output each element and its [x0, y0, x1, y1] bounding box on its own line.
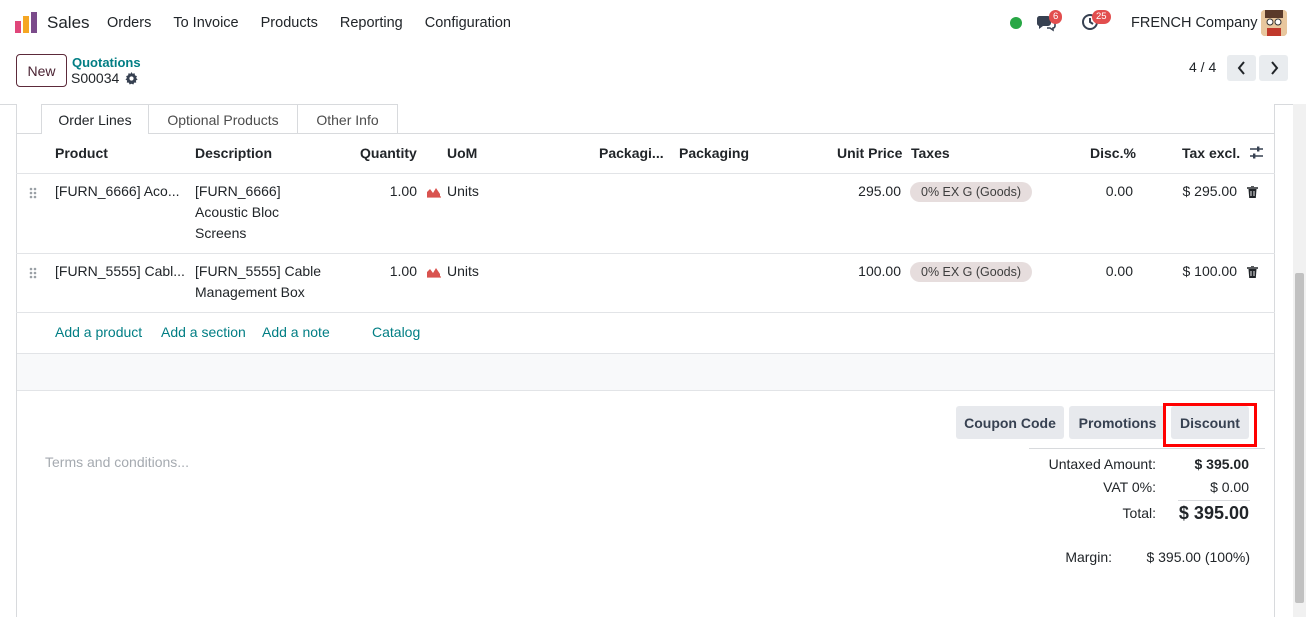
col-product[interactable]: Product	[55, 145, 108, 161]
forecast-chart-icon[interactable]	[426, 266, 442, 278]
description-line: [FURN_6666]	[195, 183, 281, 199]
vat-value: $ 0.00	[1210, 479, 1249, 495]
coupon-code-button[interactable]: Coupon Code	[956, 406, 1064, 439]
optional-columns-icon[interactable]	[1249, 146, 1264, 160]
terms-and-conditions-field[interactable]: Terms and conditions...	[45, 454, 189, 470]
list-footer-bar	[17, 353, 1274, 391]
sales-app-icon[interactable]	[14, 12, 38, 34]
drag-handle-icon[interactable]	[29, 267, 37, 279]
col-description[interactable]: Description	[195, 145, 272, 161]
activities-count-badge: 25	[1092, 10, 1111, 24]
col-packaging-qty[interactable]: Packagi...	[599, 145, 664, 161]
tax-tag[interactable]: 0% EX G (Goods)	[910, 262, 1033, 282]
pager-next-button[interactable]	[1259, 55, 1288, 81]
row-uom[interactable]: Units	[447, 181, 479, 202]
presence-status-icon[interactable]	[1010, 17, 1022, 29]
notebook-tabs: Order Lines Optional Products Other Info	[41, 104, 398, 134]
row-quantity[interactable]: 1.00	[367, 261, 417, 282]
totals-top-divider	[1029, 448, 1265, 449]
chevron-left-icon	[1237, 61, 1245, 75]
row-quantity[interactable]: 1.00	[367, 181, 417, 202]
menu-orders[interactable]: Orders	[107, 15, 151, 31]
row-uom[interactable]: Units	[447, 261, 479, 282]
gear-icon[interactable]	[125, 71, 138, 85]
tab-order-lines[interactable]: Order Lines	[41, 104, 149, 134]
breadcrumb: S00034	[71, 70, 138, 86]
breadcrumb-quotations[interactable]: Quotations	[72, 55, 141, 70]
trash-icon[interactable]	[1247, 186, 1258, 198]
menu-products[interactable]: Products	[261, 15, 318, 31]
drag-handle-icon[interactable]	[29, 187, 37, 199]
chevron-right-icon	[1270, 61, 1278, 75]
new-button[interactable]: New	[16, 54, 67, 87]
col-taxes[interactable]: Taxes	[911, 145, 950, 161]
trash-icon[interactable]	[1247, 266, 1258, 278]
row-divider	[16, 253, 1275, 254]
row-subtotal: $ 100.00	[1182, 263, 1238, 279]
user-avatar-icon	[1261, 10, 1287, 36]
add-section-link[interactable]: Add a section	[161, 324, 246, 340]
col-packaging[interactable]: Packaging	[679, 145, 749, 161]
menu-reporting[interactable]: Reporting	[340, 15, 403, 31]
promotions-button[interactable]: Promotions	[1069, 406, 1166, 439]
tab-optional-products[interactable]: Optional Products	[149, 104, 298, 134]
row-unit-price[interactable]: 295.00	[820, 181, 901, 202]
tabs-divider	[16, 133, 1275, 134]
col-discount[interactable]: Disc.%	[1090, 145, 1136, 161]
margin-label: Margin:	[1065, 549, 1112, 565]
total-divider	[1178, 500, 1250, 501]
menu-configuration[interactable]: Configuration	[425, 15, 511, 31]
untaxed-amount-label: Untaxed Amount:	[1048, 456, 1156, 472]
add-product-link[interactable]: Add a product	[55, 324, 142, 340]
row-description[interactable]: [FURN_6666] Acoustic Bloc Screens	[195, 181, 281, 244]
user-avatar[interactable]	[1261, 10, 1287, 36]
col-unit-price[interactable]: Unit Price	[837, 145, 902, 161]
active-tab-indicator	[42, 133, 148, 135]
header-row-divider	[16, 173, 1275, 174]
pager-previous-button[interactable]	[1227, 55, 1256, 81]
description-line: Acoustic Bloc	[195, 204, 280, 220]
app-name[interactable]: Sales	[47, 13, 90, 33]
catalog-link[interactable]: Catalog	[372, 324, 420, 340]
row-product[interactable]: [FURN_6666] Aco...	[55, 181, 180, 202]
top-navbar: Sales Orders To Invoice Products Reporti…	[0, 0, 1306, 46]
messages-count-badge: 6	[1049, 10, 1063, 24]
untaxed-amount-value: $ 395.00	[1194, 456, 1250, 472]
tax-tag[interactable]: 0% EX G (Goods)	[910, 182, 1033, 202]
margin-value: $ 395.00 (100%)	[1146, 549, 1250, 565]
vat-label: VAT 0%:	[1103, 479, 1156, 495]
company-switcher[interactable]: FRENCH Company	[1131, 15, 1258, 31]
col-subtotal[interactable]: Tax excl.	[1182, 145, 1240, 161]
discount-highlight-box	[1163, 403, 1257, 447]
row-discount[interactable]: 0.00	[1080, 181, 1133, 202]
col-quantity[interactable]: Quantity	[360, 145, 417, 161]
add-note-link[interactable]: Add a note	[262, 324, 330, 340]
row-discount[interactable]: 0.00	[1080, 261, 1133, 282]
record-name: S00034	[71, 70, 120, 86]
forecast-chart-icon[interactable]	[426, 186, 442, 198]
description-line: Management Box	[195, 284, 305, 300]
pager-value[interactable]: 4 / 4	[1189, 59, 1216, 75]
row-unit-price[interactable]: 100.00	[820, 261, 901, 282]
scrollbar-thumb[interactable]	[1295, 273, 1304, 603]
row-divider	[16, 312, 1275, 313]
description-line: [FURN_5555] Cable	[195, 263, 322, 279]
col-uom[interactable]: UoM	[447, 145, 477, 161]
main-menu: Orders To Invoice Products Reporting Con…	[107, 15, 533, 31]
tab-other-info[interactable]: Other Info	[298, 104, 398, 134]
menu-to-invoice[interactable]: To Invoice	[173, 15, 238, 31]
row-description[interactable]: [FURN_5555] Cable Management Box	[195, 261, 321, 303]
row-subtotal: $ 295.00	[1182, 183, 1238, 199]
description-line: Screens	[195, 225, 247, 241]
row-product[interactable]: [FURN_5555] Cabl...	[55, 261, 185, 282]
total-value: $ 395.00	[1178, 503, 1249, 523]
